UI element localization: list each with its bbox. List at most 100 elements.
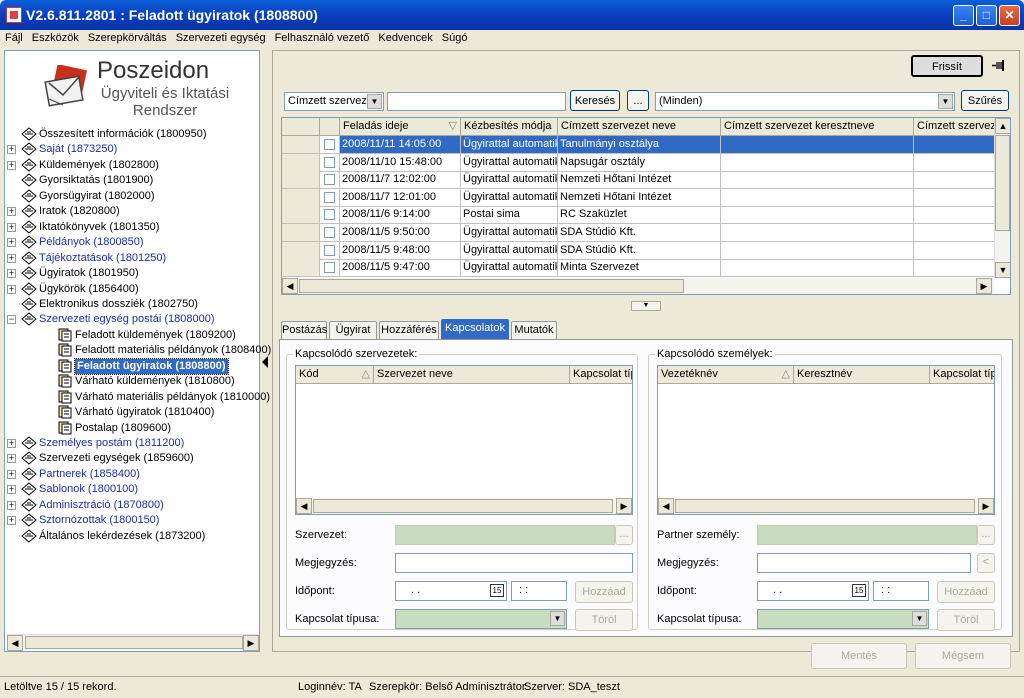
tree-horizontal-scrollbar[interactable]: ◀ ▶ (7, 634, 259, 651)
collapse-splitter[interactable] (260, 348, 270, 378)
col-header-sent-time[interactable]: Feladás ideje ▽ (340, 118, 461, 136)
row-checkbox[interactable] (324, 262, 335, 274)
scroll-thumb[interactable] (995, 135, 1010, 231)
partner-field[interactable] (757, 525, 977, 545)
scroll-thumb[interactable] (313, 499, 613, 513)
org-note-field[interactable] (395, 553, 633, 573)
row-checkbox[interactable] (324, 174, 335, 186)
table-horizontal-scrollbar[interactable]: ◀ ▶ (282, 278, 994, 294)
cancel-button[interactable]: Mégsem (915, 643, 1011, 669)
tab-postazas[interactable]: Postázás (281, 321, 327, 339)
scroll-left-icon[interactable]: ◀ (296, 498, 312, 514)
close-button[interactable]: ✕ (999, 5, 1020, 26)
scroll-thumb[interactable] (299, 279, 684, 293)
person-add-button[interactable]: Hozzáad (937, 581, 995, 603)
org-add-button[interactable]: Hozzáad (575, 581, 633, 603)
expand-icon[interactable]: + (7, 253, 16, 263)
row-checkbox[interactable] (324, 139, 335, 150)
col-header-link-type[interactable]: Kapcsolat típu (930, 366, 994, 384)
org-date-field[interactable]: . . 15 (395, 581, 507, 601)
checkbox-column-header[interactable] (320, 118, 340, 136)
expand-icon[interactable]: + (7, 284, 16, 294)
menu-user-manager[interactable]: Felhasználó vezető (270, 30, 374, 44)
org-ellipsis-button[interactable]: ... (615, 525, 633, 545)
scroll-left-icon[interactable]: ◀ (658, 498, 674, 514)
row-checkbox[interactable] (324, 191, 335, 203)
chevron-down-icon[interactable]: ▼ (912, 611, 927, 626)
person-note-field[interactable] (757, 553, 971, 573)
expand-down-icon[interactable]: ▼ (631, 301, 661, 311)
menu-favorites[interactable]: Kedvencek (373, 30, 436, 44)
ellipsis-button[interactable]: ... (627, 90, 649, 111)
expand-icon[interactable]: + (7, 469, 16, 479)
tab-mutatok[interactable]: Mutatók (511, 321, 557, 339)
scroll-down-icon[interactable]: ▼ (995, 262, 1010, 278)
row-checkbox-cell[interactable] (320, 153, 340, 172)
col-header-org-extra[interactable]: Címzett szerveze (914, 118, 995, 136)
scroll-up-icon[interactable]: ▲ (995, 118, 1010, 134)
expand-icon[interactable]: + (7, 160, 16, 170)
chevron-down-icon[interactable]: ▼ (938, 94, 953, 109)
refresh-button[interactable]: Frissít (911, 55, 983, 77)
col-header-code[interactable]: Kód △ (296, 366, 374, 384)
table-vertical-scrollbar[interactable]: ▲ ▼ (994, 118, 1010, 278)
scroll-thumb[interactable] (675, 499, 975, 513)
col-header-delivery[interactable]: Kézbesítés módja (461, 118, 558, 136)
menu-file[interactable]: Fájl (0, 30, 27, 44)
col-header-link-type[interactable]: Kapcsolat típu (570, 366, 632, 384)
person-table-scrollbar[interactable]: ◀ ▶ (658, 498, 994, 514)
row-checkbox-cell[interactable] (320, 136, 340, 154)
calendar-icon[interactable]: 15 (490, 584, 504, 597)
menu-tools[interactable]: Eszközök (27, 30, 83, 44)
expand-icon[interactable]: + (7, 516, 16, 526)
tab-kapcsolatok[interactable]: Kapcsolatok (441, 319, 509, 339)
person-back-button[interactable]: < (977, 553, 995, 573)
row-checkbox-cell[interactable] (320, 206, 340, 225)
chevron-down-icon[interactable]: ▼ (367, 94, 382, 109)
minimize-button[interactable]: _ (953, 5, 974, 26)
scroll-right-icon[interactable]: ▶ (978, 498, 994, 514)
row-checkbox[interactable] (324, 244, 335, 256)
maximize-button[interactable]: □ (976, 5, 997, 26)
filter-select[interactable]: (Minden) ▼ (655, 92, 955, 111)
col-header-org-firstname[interactable]: Címzett szervezet keresztneve (721, 118, 914, 136)
row-checkbox[interactable] (324, 156, 335, 168)
partner-ellipsis-button[interactable]: ... (977, 525, 995, 545)
scroll-right-icon[interactable]: ▶ (976, 278, 992, 294)
tab-ugyirat[interactable]: Ügyirat (329, 321, 377, 339)
search-button[interactable]: Keresés (570, 90, 620, 111)
org-delete-button[interactable]: Töröl (575, 609, 633, 631)
pin-icon[interactable] (991, 59, 1007, 73)
col-header-lastname[interactable]: Vezetéknév △ (658, 366, 794, 384)
menu-role-switch[interactable]: Szerepkörváltás (83, 30, 171, 44)
row-checkbox-cell[interactable] (320, 241, 340, 260)
expand-icon[interactable]: + (7, 145, 16, 155)
expand-icon[interactable]: + (7, 439, 16, 448)
search-field-select[interactable]: Címzett szerveze ▼ (284, 92, 384, 111)
scroll-left-icon[interactable]: ◀ (282, 278, 298, 294)
scroll-right-icon[interactable]: ▶ (243, 635, 259, 651)
tab-hozzaferes[interactable]: Hozzáférés (379, 321, 439, 339)
scroll-thumb[interactable] (25, 636, 243, 649)
org-field[interactable] (395, 525, 615, 545)
calendar-icon[interactable]: 15 (852, 584, 866, 597)
row-checkbox[interactable] (324, 227, 335, 238)
expand-icon[interactable]: + (7, 485, 16, 495)
expand-icon[interactable]: + (7, 222, 16, 232)
menu-help[interactable]: Súgó (437, 30, 472, 44)
row-checkbox-cell[interactable] (320, 188, 340, 207)
col-header-org-name[interactable]: Szervezet neve (374, 366, 570, 384)
chevron-down-icon[interactable]: ▼ (550, 611, 565, 626)
org-type-select[interactable]: ▼ (395, 609, 567, 629)
col-header-firstname[interactable]: Keresztnév (794, 366, 930, 384)
person-delete-button[interactable]: Töröl (937, 609, 995, 631)
expand-icon[interactable]: + (7, 207, 16, 217)
save-button[interactable]: Mentés (811, 643, 907, 669)
scroll-right-icon[interactable]: ▶ (616, 498, 632, 514)
scroll-left-icon[interactable]: ◀ (7, 635, 23, 651)
menu-org-unit[interactable]: Szervezeti egység (171, 30, 270, 44)
org-table-scrollbar[interactable]: ◀ ▶ (296, 498, 632, 514)
expand-icon[interactable]: + (7, 238, 16, 248)
row-checkbox-cell[interactable] (320, 224, 340, 242)
person-time-field[interactable]: : : (873, 581, 929, 601)
